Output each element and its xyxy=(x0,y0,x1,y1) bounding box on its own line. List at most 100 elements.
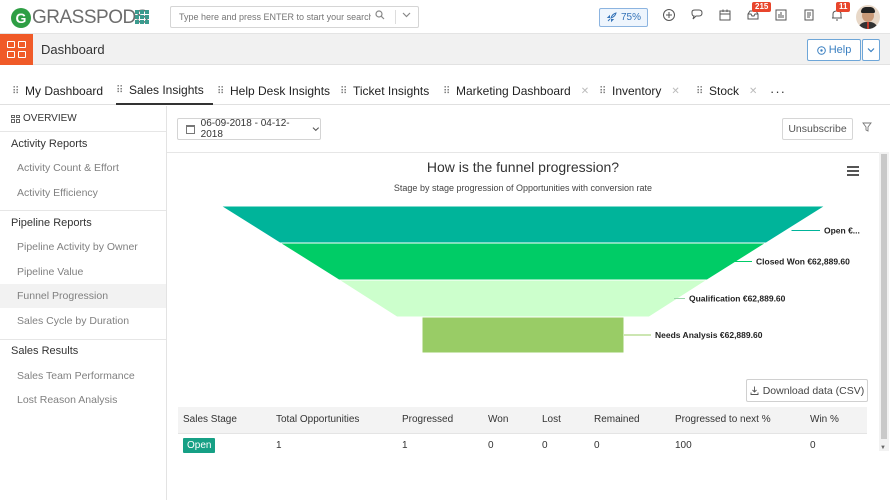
grasspods-logo[interactable]: G GRASSPODS xyxy=(11,7,148,28)
drag-handle-icon[interactable]: ⠿ xyxy=(116,85,123,96)
drag-handle-icon[interactable]: ⠿ xyxy=(443,86,450,97)
stage-tag: Open xyxy=(183,437,216,453)
table-cell: 0 xyxy=(542,439,548,451)
funnel-label: Qualification €62,889.60 xyxy=(689,294,786,304)
notes-icon[interactable] xyxy=(801,8,817,24)
table-row: Open 1 1 0 0 0 100 0 xyxy=(178,433,867,457)
dashboard-tabs: ⠿ My Dashboard ⠿ Sales Insights ⠿ Help D… xyxy=(0,77,890,105)
tab-marketing-dashboard[interactable]: ⠿ Marketing Dashboard ✕ xyxy=(443,77,589,105)
help-dropdown-button[interactable] xyxy=(862,39,880,61)
overview-icon xyxy=(11,114,20,123)
logo-mark: G xyxy=(11,7,31,28)
app-grid-icon[interactable] xyxy=(135,10,149,24)
chevron-down-icon[interactable] xyxy=(402,10,411,21)
tab-help-desk-insights[interactable]: ⠿ Help Desk Insights xyxy=(217,77,330,105)
funnel-label: Closed Won €62,889.60 xyxy=(756,257,850,267)
add-icon[interactable] xyxy=(661,8,677,24)
chart-subtitle: Stage by stage progression of Opportunit… xyxy=(393,183,653,193)
boost-label: 75% xyxy=(620,12,641,23)
drag-handle-icon[interactable]: ⠿ xyxy=(696,86,703,97)
help-button[interactable]: Help xyxy=(807,39,861,61)
reports-icon[interactable] xyxy=(773,8,789,24)
tab-my-dashboard[interactable]: ⠿ My Dashboard xyxy=(12,77,103,105)
rocket-icon xyxy=(606,12,617,23)
chat-icon[interactable] xyxy=(689,8,705,24)
tab-label: Marketing Dashboard xyxy=(456,84,571,98)
chevron-down-icon xyxy=(867,48,875,53)
sidebar-item-activity-count[interactable]: Activity Count & Effort xyxy=(0,156,166,180)
tab-label: Ticket Insights xyxy=(353,84,430,98)
table-cell: 100 xyxy=(675,439,692,451)
date-range-picker[interactable]: 06-09-2018 - 04-12-2018 xyxy=(177,118,321,140)
chart-title: How is the funnel progression? xyxy=(426,159,620,175)
sidebar-item-pipeline-activity[interactable]: Pipeline Activity by Owner xyxy=(0,235,166,259)
help-icon xyxy=(816,45,826,55)
search-input[interactable] xyxy=(171,7,371,27)
column-header[interactable]: Win % xyxy=(805,407,867,434)
sidebar-overview[interactable]: OVERVIEW xyxy=(11,113,77,124)
unsubscribe-button[interactable]: Unsubscribe xyxy=(782,118,853,140)
funnel-segment[interactable] xyxy=(337,279,709,318)
funnel-segment[interactable] xyxy=(421,316,625,354)
column-header[interactable]: Progressed to next % xyxy=(670,407,805,434)
table-cell: 0 xyxy=(810,439,816,451)
sidebar-item-lost-reason-analysis[interactable]: Lost Reason Analysis xyxy=(0,388,166,412)
global-search xyxy=(170,6,419,28)
drag-handle-icon[interactable]: ⠿ xyxy=(340,86,347,97)
tab-inventory[interactable]: ⠿ Inventory ✕ xyxy=(599,77,680,105)
funnel-segment[interactable] xyxy=(219,205,827,244)
table-cell: 1 xyxy=(402,439,408,451)
page-title: Dashboard xyxy=(41,42,105,57)
scrollbar-thumb[interactable] xyxy=(881,154,887,439)
user-avatar[interactable] xyxy=(856,5,880,29)
calendar-icon xyxy=(186,124,195,134)
column-header[interactable]: Sales Stage xyxy=(178,407,271,434)
column-header[interactable]: Lost xyxy=(537,407,589,434)
funnel-segment[interactable] xyxy=(278,242,768,281)
sidebar-item-funnel-progression[interactable]: Funnel Progression xyxy=(0,284,166,308)
tab-ticket-insights[interactable]: ⠿ Ticket Insights xyxy=(340,77,429,105)
download-csv-button[interactable]: Download data (CSV) xyxy=(746,379,868,402)
chart-menu-icon[interactable] xyxy=(847,166,859,176)
funnel-chart: Open €... Closed Won €62,889.60 Qualificat… xyxy=(219,205,860,354)
close-tab-icon[interactable]: ✕ xyxy=(749,86,757,97)
more-tabs-button[interactable]: ··· xyxy=(770,77,786,105)
tab-label: Sales Insights xyxy=(129,83,204,97)
close-tab-icon[interactable]: ✕ xyxy=(671,86,679,97)
scroll-down-icon[interactable]: ▼ xyxy=(880,445,886,451)
search-divider xyxy=(395,10,396,24)
top-bar: G GRASSPODS 75% 215 11 xyxy=(0,0,890,34)
column-header[interactable]: Progressed xyxy=(397,407,483,434)
filter-icon[interactable] xyxy=(862,122,872,132)
boost-button[interactable]: 75% xyxy=(599,8,648,27)
column-header[interactable]: Won xyxy=(483,407,537,434)
section-sales-results: Sales Results xyxy=(11,345,79,357)
calendar-icon[interactable] xyxy=(717,8,733,24)
sidebar-item-activity-efficiency[interactable]: Activity Efficiency xyxy=(0,181,166,205)
drag-handle-icon[interactable]: ⠿ xyxy=(217,86,224,97)
close-tab-icon[interactable]: ✕ xyxy=(581,86,589,97)
logo-text: GRASSPODS xyxy=(32,6,148,28)
tab-sales-insights[interactable]: ⠿ Sales Insights xyxy=(116,77,213,105)
table-cell: Open xyxy=(178,433,271,457)
tab-stock[interactable]: ⠿ Stock ✕ xyxy=(696,77,757,105)
download-icon xyxy=(750,386,759,395)
sidebar-item-sales-cycle[interactable]: Sales Cycle by Duration xyxy=(0,309,166,333)
table-cell: 1 xyxy=(276,439,282,451)
column-header[interactable]: Remained xyxy=(589,407,670,434)
sidebar-item-sales-team-performance[interactable]: Sales Team Performance xyxy=(0,364,166,388)
dashboard-icon[interactable] xyxy=(0,34,33,65)
drag-handle-icon[interactable]: ⠿ xyxy=(12,86,19,97)
divider xyxy=(0,131,166,132)
drag-handle-icon[interactable]: ⠿ xyxy=(599,86,606,97)
reports-sidebar: OVERVIEW Activity Reports Activity Count… xyxy=(0,106,167,500)
column-header[interactable]: Total Opportunities xyxy=(271,407,397,434)
notification-badge: 11 xyxy=(836,2,851,12)
help-label: Help xyxy=(828,44,852,56)
panel-scrollbar[interactable]: ▼ xyxy=(879,152,889,451)
download-csv-label: Download data (CSV) xyxy=(762,384,865,397)
table-cell: 0 xyxy=(488,439,494,451)
sidebar-item-pipeline-value[interactable]: Pipeline Value xyxy=(0,260,166,284)
search-icon[interactable] xyxy=(375,10,385,23)
tab-label: Stock xyxy=(709,84,740,98)
